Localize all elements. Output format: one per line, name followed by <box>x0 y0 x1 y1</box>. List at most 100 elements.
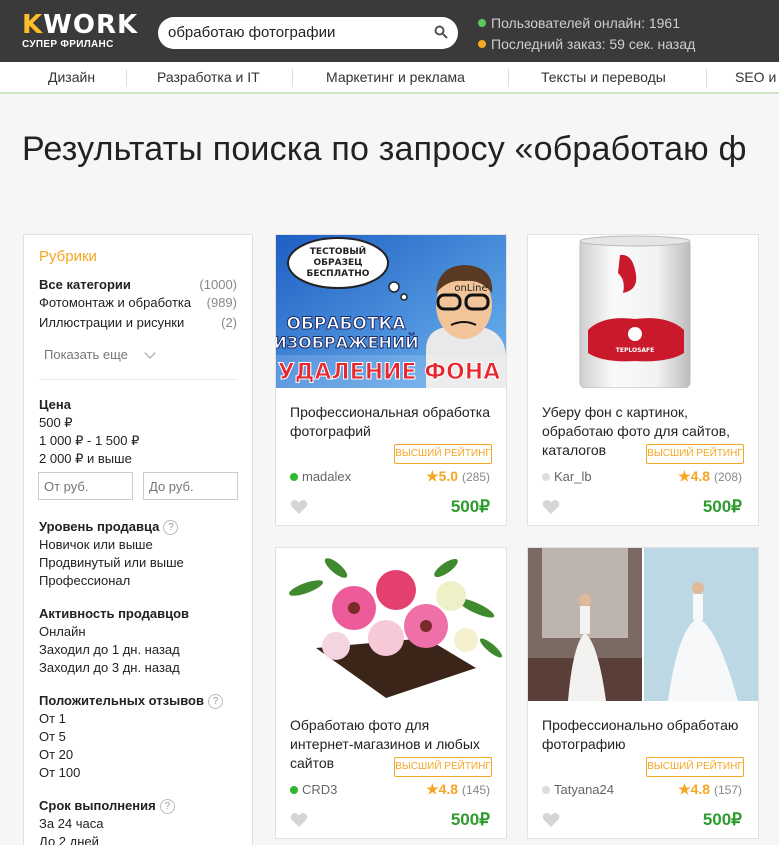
seller-name[interactable]: Kar_lb <box>554 469 592 484</box>
bride-photo-image <box>528 548 758 701</box>
rating-value: 4.8 <box>438 781 459 797</box>
seller-name[interactable]: madalex <box>302 469 351 484</box>
page-title: Результаты поиска по запросу «обработаю … <box>22 130 747 168</box>
card-title[interactable]: Профессионально обработаю фотографию <box>542 716 747 754</box>
category-all[interactable]: Все категории <box>39 277 131 292</box>
price: 500₽ <box>702 497 742 516</box>
help-icon[interactable]: ? <box>159 799 175 814</box>
star-icon: ★ <box>426 781 439 797</box>
nav-dev-it[interactable]: Разработка и IT <box>157 69 260 85</box>
heart-icon[interactable] <box>290 499 308 515</box>
filter-sidebar: Рубрики Все категории (1000) Фотомонтаж … <box>23 234 253 845</box>
activity-option[interactable]: Онлайн <box>39 624 86 639</box>
nav-marketing[interactable]: Маркетинг и реклама <box>326 69 465 85</box>
nav-seo[interactable]: SEO и т <box>735 69 779 85</box>
offline-status-icon <box>542 473 550 481</box>
help-icon[interactable]: ? <box>207 694 223 709</box>
rating: ★4.8 (145) <box>426 781 490 798</box>
term-title-text: Срок выполнения <box>39 798 156 813</box>
activity-option[interactable]: Заходил до 1 дн. назад <box>39 642 180 657</box>
category-nav: Дизайн Разработка и IT Маркетинг и рекла… <box>0 62 779 94</box>
price-from-input[interactable] <box>38 472 133 500</box>
online-status-icon <box>290 473 298 481</box>
kwork-card[interactable]: TEPLOSAFE Уберу фон с картинок, обработа… <box>527 234 759 526</box>
seller-name[interactable]: CRD3 <box>302 782 337 797</box>
seller[interactable]: Tatyana24 <box>542 782 614 797</box>
reviews-option[interactable]: От 1 <box>39 711 66 726</box>
seller-name[interactable]: Tatyana24 <box>554 782 614 797</box>
card-image[interactable] <box>528 548 758 701</box>
review-count: (285) <box>461 470 490 484</box>
search-icon[interactable] <box>434 25 448 39</box>
reviews-title: Положительных отзывов? <box>39 693 223 709</box>
top-rating-badge: ВЫСШИЙ РЕЙТИНГ <box>394 444 492 464</box>
level-option[interactable]: Профессионал <box>39 573 130 588</box>
heart-icon[interactable] <box>542 499 560 515</box>
price-option[interactable]: 2 000 ₽ и выше <box>39 451 132 467</box>
card-title[interactable]: Профессиональная обработка фотографий <box>290 403 495 441</box>
top-rating-badge: ВЫСШИЙ РЕЙТИНГ <box>646 444 744 464</box>
review-count: (157) <box>713 783 742 797</box>
bubble-text: ТЕСТОВЫЙ <box>310 245 366 257</box>
reviews-option[interactable]: От 20 <box>39 747 73 762</box>
nav-design[interactable]: Дизайн <box>48 69 95 85</box>
banner-text: УДАЛЕНИЕ ФОНА <box>278 360 500 385</box>
bouquet-image <box>276 548 506 701</box>
header: KWORK СУПЕР ФРИЛАНС Пользователей онлайн… <box>0 0 779 62</box>
search-input[interactable] <box>168 24 418 41</box>
category-photomontage[interactable]: Фотомонтаж и обработка <box>39 295 191 310</box>
nav-divider <box>126 69 127 87</box>
rating-value: 4.8 <box>690 468 711 484</box>
level-option[interactable]: Новичок или выше <box>39 537 153 552</box>
price-option[interactable]: 1 000 ₽ - 1 500 ₽ <box>39 433 139 449</box>
rating: ★5.0 (285) <box>426 468 490 485</box>
online-status-icon <box>290 786 298 794</box>
kwork-card[interactable]: Обработаю фото для интернет-магазинов и … <box>275 547 507 839</box>
rating-value: 4.8 <box>690 781 711 797</box>
heart-icon[interactable] <box>290 812 308 828</box>
star-icon: ★ <box>678 781 691 797</box>
search-box <box>158 17 458 49</box>
review-count: (145) <box>461 783 490 797</box>
rating: ★4.8 (157) <box>678 781 742 798</box>
barrel-label: TEPLOSAFE <box>616 347 654 354</box>
category-illustrations[interactable]: Иллюстрации и рисунки <box>39 315 184 330</box>
term-option[interactable]: До 2 дней <box>39 834 99 845</box>
nav-divider <box>706 69 707 87</box>
show-more-link[interactable]: Показать еще <box>44 347 128 362</box>
kwork-card[interactable]: Профессионально обработаю фотографию ВЫС… <box>527 547 759 839</box>
reviews-option[interactable]: От 5 <box>39 729 66 744</box>
divider <box>39 379 237 380</box>
term-option[interactable]: За 24 часа <box>39 816 104 831</box>
card-image[interactable]: ТЕСТОВЫЙ ОБРАЗЕЦ БЕСПЛАТНО onLine ОБРАБО… <box>276 235 506 388</box>
price-option[interactable]: 500 ₽ <box>39 415 73 431</box>
kwork-logo[interactable]: KWORK СУПЕР ФРИЛАНС <box>22 10 138 50</box>
activity-option[interactable]: Заходил до 3 дн. назад <box>39 660 180 675</box>
star-icon: ★ <box>426 468 439 484</box>
heart-icon[interactable] <box>542 812 560 828</box>
help-icon[interactable]: ? <box>163 520 179 535</box>
nav-texts[interactable]: Тексты и переводы <box>541 69 666 85</box>
level-option[interactable]: Продвинутый или выше <box>39 555 184 570</box>
banner-text: ИЗОБРАЖЕНИЙ <box>276 333 419 352</box>
retouch-banner-image: ТЕСТОВЫЙ ОБРАЗЕЦ БЕСПЛАТНО onLine ОБРАБО… <box>276 235 506 388</box>
reviews-option[interactable]: От 100 <box>39 765 80 780</box>
rubrics-title: Рубрики <box>39 248 97 265</box>
card-image[interactable]: TEPLOSAFE <box>528 235 758 388</box>
price: 500₽ <box>450 497 490 516</box>
star-icon: ★ <box>678 468 691 484</box>
card-image[interactable] <box>276 548 506 701</box>
price-to-input[interactable] <box>143 472 238 500</box>
kwork-card[interactable]: ТЕСТОВЫЙ ОБРАЗЕЦ БЕСПЛАТНО onLine ОБРАБО… <box>275 234 507 526</box>
top-rating-badge: ВЫСШИЙ РЕЙТИНГ <box>394 757 492 777</box>
seller[interactable]: madalex <box>290 469 351 484</box>
online-dot-icon <box>478 19 486 27</box>
category-count: (2) <box>221 315 237 330</box>
seller[interactable]: CRD3 <box>290 782 337 797</box>
chevron-down-icon[interactable] <box>144 347 156 359</box>
logo-k: K <box>22 10 44 40</box>
category-count: (1000) <box>199 277 237 292</box>
logo-subtitle: СУПЕР ФРИЛАНС <box>22 39 114 50</box>
seller[interactable]: Kar_lb <box>542 469 592 484</box>
term-title: Срок выполнения? <box>39 798 175 814</box>
